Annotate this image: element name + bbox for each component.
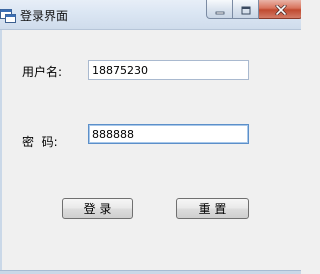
- minimize-icon: [215, 0, 225, 19]
- close-button[interactable]: [259, 0, 301, 19]
- reset-button[interactable]: 重 置: [176, 198, 249, 219]
- app-window-icon: [0, 8, 16, 23]
- login-button[interactable]: 登 录: [62, 198, 133, 219]
- minimize-button[interactable]: [206, 0, 233, 19]
- maximize-icon: [241, 0, 251, 19]
- window-frame-left: [0, 30, 2, 274]
- login-window: 登录界面 用户名: 18875230 密 码: 888888 登 录 重 置: [0, 0, 301, 274]
- password-label: 密 码:: [22, 135, 58, 149]
- caption-buttons: [206, 0, 301, 19]
- password-input[interactable]: [88, 124, 249, 144]
- close-icon: [275, 0, 287, 19]
- username-label: 用户名:: [22, 65, 63, 79]
- username-input[interactable]: [88, 60, 249, 80]
- window-title: 登录界面: [20, 9, 69, 23]
- title-bar[interactable]: 登录界面: [0, 0, 301, 30]
- window-frame-bottom: [0, 270, 301, 274]
- maximize-button[interactable]: [233, 0, 259, 19]
